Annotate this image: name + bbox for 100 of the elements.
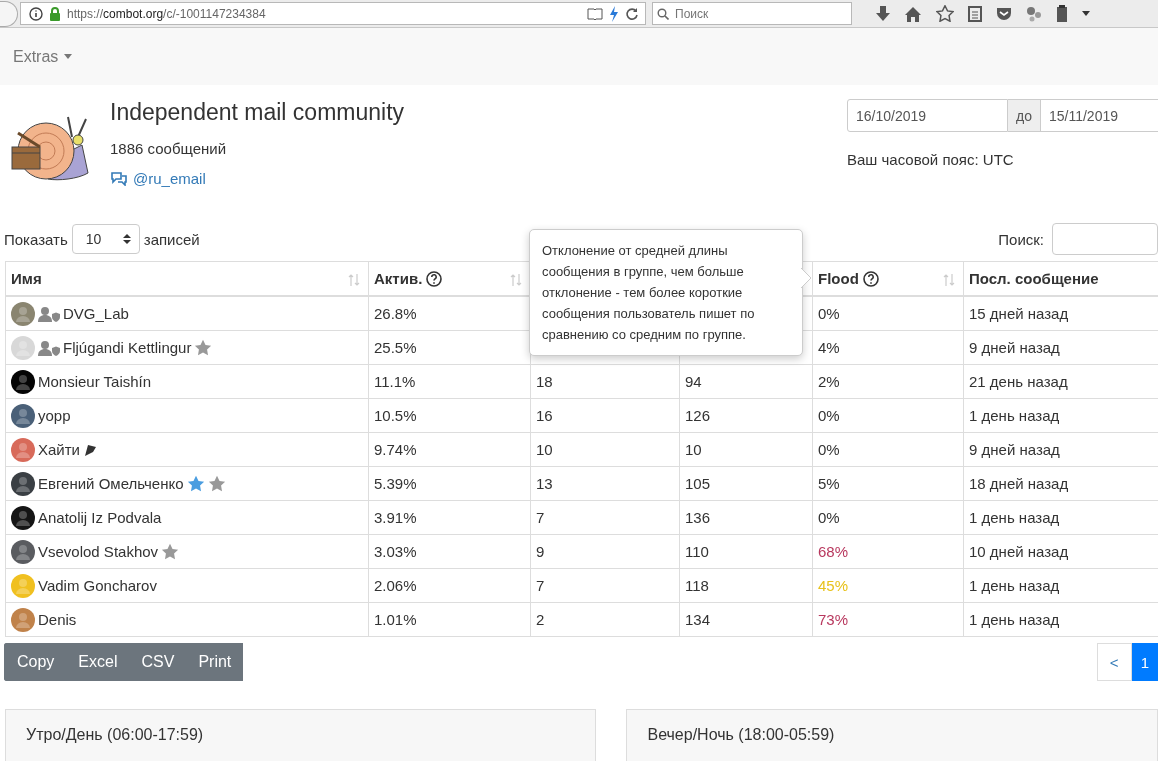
table-cell: 1.01%	[368, 602, 531, 637]
date-to-field[interactable]: 15/11/2019	[1039, 99, 1158, 132]
page-button[interactable]: <	[1096, 643, 1132, 681]
table-cell: 118	[679, 568, 813, 603]
message-count: 1886 сообщений	[110, 140, 228, 157]
search-icon	[657, 7, 669, 20]
column-header[interactable]: Flood	[812, 261, 964, 296]
column-header[interactable]: Имя	[5, 261, 369, 296]
clipboard-icon[interactable]	[1056, 4, 1068, 23]
avatar-icon	[11, 369, 35, 394]
table-cell: 45%	[812, 568, 964, 603]
search-label: Поиск:	[998, 230, 1044, 248]
star-icon[interactable]	[936, 5, 954, 22]
info-icon[interactable]	[29, 6, 43, 21]
caret-icon	[64, 54, 73, 59]
date-separator: до	[1008, 99, 1040, 132]
browser-search-input[interactable]: Поиск	[673, 5, 837, 22]
avatar-icon	[11, 471, 35, 496]
table-cell: 16	[530, 398, 680, 433]
page-button[interactable]: 1	[1131, 643, 1158, 681]
table-cell: 3.91%	[368, 500, 531, 535]
table-cell: 13	[530, 466, 680, 501]
chat-icon	[110, 171, 128, 186]
user-name: Евгений Омельченко	[38, 475, 184, 492]
column-title: Имя	[11, 270, 42, 287]
extras-menu[interactable]: Extras	[13, 47, 73, 66]
table-cell: 10	[679, 432, 813, 467]
star-icon	[194, 339, 213, 356]
flag-icon	[83, 442, 97, 457]
table-cell: 136	[679, 500, 813, 535]
table-cell: 2.06%	[368, 568, 531, 603]
avatar-icon	[11, 403, 35, 428]
table-cell: 7	[530, 500, 680, 535]
table-cell: 9.74%	[368, 432, 531, 467]
table-cell: 0%	[812, 398, 964, 433]
star-icon	[186, 475, 205, 492]
user-name: Vsevolod Stakhov	[38, 543, 159, 560]
user-name: Хайти	[38, 441, 80, 458]
table-cell: 4%	[812, 330, 964, 365]
avatar-icon	[11, 437, 35, 462]
timezone-label: Ваш часовой пояс: UTC	[847, 151, 1015, 168]
table-cell: 68%	[812, 534, 964, 569]
book-icon[interactable]	[587, 7, 603, 20]
help-icon[interactable]	[862, 270, 879, 287]
reload-icon[interactable]	[625, 6, 639, 21]
avatar-icon	[11, 301, 35, 326]
page-size-select[interactable]: 10	[71, 224, 140, 254]
lock-icon	[49, 6, 61, 21]
browser-search-field[interactable]: Поиск	[652, 2, 852, 25]
list-icon[interactable]	[968, 5, 982, 22]
avatar-icon	[11, 607, 35, 632]
table-cell: 2%	[812, 364, 964, 399]
group-link[interactable]: @ru_email	[110, 170, 405, 187]
star-icon	[161, 543, 180, 560]
table-cell: 18	[530, 364, 680, 399]
records-label: записей	[143, 230, 200, 248]
table-cell: 10	[530, 432, 680, 467]
caret-icon[interactable]	[1082, 11, 1090, 16]
avatar-icon	[11, 505, 35, 530]
admin-icon	[38, 305, 60, 322]
table-cell: 9	[530, 534, 680, 569]
table-cell: 10.5%	[368, 398, 531, 433]
dots-icon[interactable]	[1026, 5, 1042, 22]
url-text: https://combot.org/c/-1001147234384	[67, 6, 266, 21]
star-icon	[207, 475, 226, 492]
table-cell: 94	[679, 364, 813, 399]
user-name: Vadim Goncharov	[38, 577, 157, 594]
search-field[interactable]	[1052, 223, 1158, 255]
table-cell: 11.1%	[368, 364, 531, 399]
shield-icon[interactable]	[996, 5, 1012, 22]
column-title: Flood	[818, 270, 859, 287]
user-name: DVG_Lab	[63, 305, 129, 322]
tooltip-arrow	[801, 268, 812, 288]
table-cell: 7	[530, 568, 680, 603]
group-title: Independent mail community	[110, 99, 405, 126]
table-cell: 5.39%	[368, 466, 531, 501]
avatar-icon	[11, 539, 35, 564]
time-panel: Вечер/Ночь (18:00-05:59)	[626, 709, 1158, 761]
table-cell: 5%	[812, 466, 964, 501]
admin-icon	[38, 339, 60, 356]
table-cell: 3.03%	[368, 534, 531, 569]
table-cell: 0%	[812, 296, 964, 331]
user-name: Denis	[38, 611, 77, 628]
address-bar[interactable]: https://combot.org/c/-1001147234384	[20, 2, 646, 25]
spinner-icon	[122, 233, 131, 245]
avatar-icon	[11, 573, 35, 598]
avatar-icon	[11, 335, 35, 360]
home-icon[interactable]	[904, 5, 922, 22]
table-cell: 126	[679, 398, 813, 433]
download-icon[interactable]	[876, 5, 890, 22]
table-cell: 73%	[812, 602, 964, 637]
time-panel: Утро/День (06:00-17:59)	[5, 709, 597, 761]
table-cell: 110	[679, 534, 813, 569]
help-icon[interactable]	[426, 270, 443, 287]
column-title: Посл. сообщение	[969, 270, 1099, 287]
lightning-icon[interactable]	[609, 5, 619, 22]
date-from-field[interactable]: 16/10/2019	[847, 99, 1008, 132]
column-title: Актив.	[374, 270, 423, 287]
table-cell: 105	[679, 466, 813, 501]
user-name: Anatolij Iz Podvala	[38, 509, 162, 526]
